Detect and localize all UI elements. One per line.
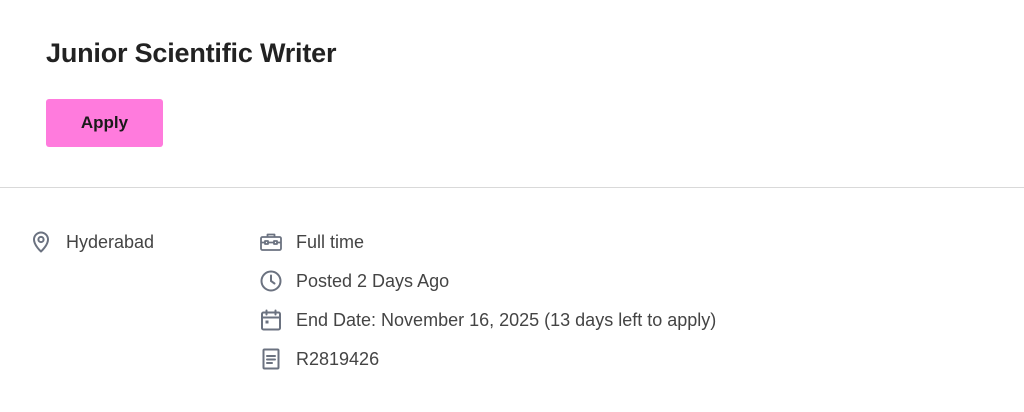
job-location-text: Hyderabad bbox=[66, 231, 155, 252]
job-posted: Posted 2 Days Ago bbox=[259, 268, 449, 294]
job-location: Hyderabad bbox=[29, 229, 154, 255]
clock-icon bbox=[259, 269, 283, 293]
briefcase-icon bbox=[259, 230, 283, 254]
job-header: Junior Scientific Writer Apply bbox=[0, 0, 1024, 187]
job-posted-text: Posted 2 Days Ago bbox=[296, 270, 450, 291]
map-pin-icon bbox=[29, 230, 53, 254]
document-icon bbox=[259, 347, 283, 371]
job-time-type-text: Full time bbox=[296, 231, 365, 252]
job-time-type: Full time bbox=[259, 229, 364, 255]
job-requisition-id: R2819426 bbox=[259, 346, 379, 372]
job-end-date-text: End Date: November 16, 2025 (13 days lef… bbox=[296, 309, 717, 330]
job-title: Junior Scientific Writer bbox=[46, 38, 337, 68]
apply-button[interactable]: Apply bbox=[46, 99, 163, 147]
job-requisition-id-text: R2819426 bbox=[296, 348, 380, 369]
job-end-date: End Date: November 16, 2025 (13 days lef… bbox=[259, 307, 716, 333]
calendar-icon bbox=[259, 308, 283, 332]
divider bbox=[0, 187, 1024, 188]
